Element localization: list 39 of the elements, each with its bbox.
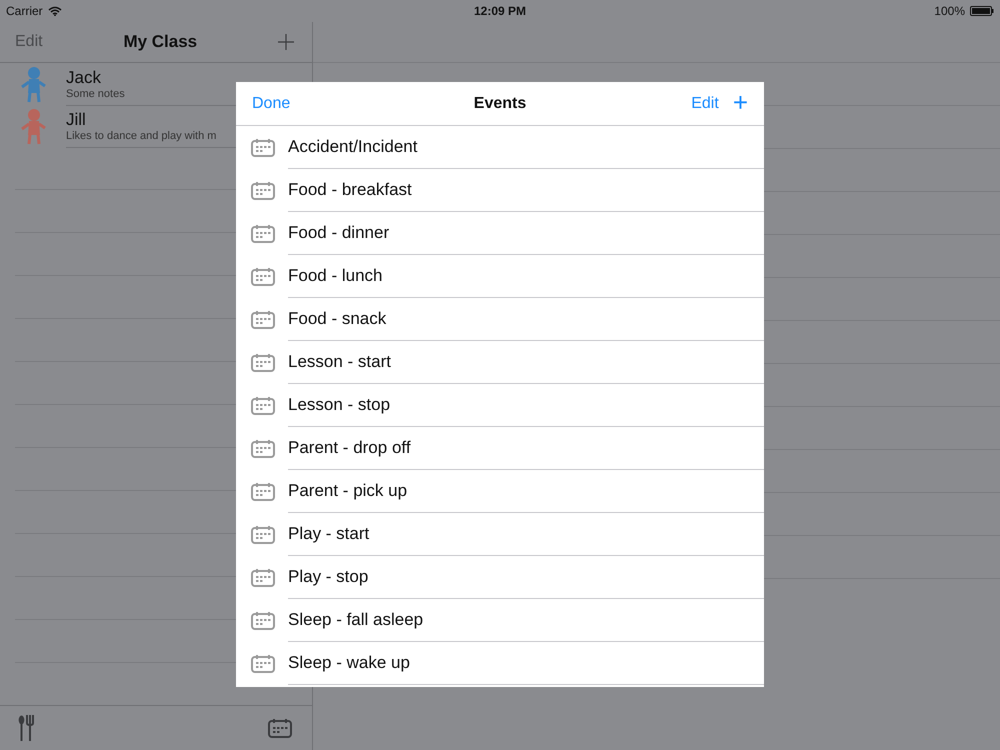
calendar-icon [251, 396, 275, 415]
calendar-icon [251, 525, 275, 544]
event-item[interactable]: Lesson - stop [288, 384, 764, 427]
calendar-icon [251, 439, 275, 458]
event-item[interactable]: Play - stop [288, 556, 764, 599]
event-item[interactable]: Parent - drop off [288, 427, 764, 470]
event-item[interactable]: Food - dinner [288, 212, 764, 255]
calendar-icon [251, 654, 275, 673]
student-notes: Likes to dance and play with m [66, 130, 216, 142]
event-item[interactable]: Lesson - start [288, 341, 764, 384]
calendar-icon [251, 310, 275, 329]
student-notes: Some notes [66, 88, 125, 100]
event-item[interactable]: Food - snack [288, 298, 764, 341]
popover-title: Events [474, 94, 526, 112]
carrier-label: Carrier [6, 4, 43, 18]
calendar-icon [251, 224, 275, 243]
student-name[interactable]: Jack [66, 68, 312, 88]
calendar-icon [251, 482, 275, 501]
event-item[interactable]: Sleep - fall asleep [288, 599, 764, 642]
event-item[interactable]: Food - breakfast [288, 169, 764, 212]
battery-percent: 100% [934, 4, 965, 18]
wifi-icon [48, 6, 62, 16]
calendar-icon [251, 568, 275, 587]
fork-spoon-icon[interactable] [18, 715, 34, 741]
clock-time: 12:09 PM [474, 4, 526, 18]
event-item[interactable]: Accident/Incident [288, 126, 764, 169]
calendar-icon [251, 181, 275, 200]
calendar-icon [251, 353, 275, 372]
add-icon[interactable] [278, 34, 294, 50]
calendar-icon[interactable] [268, 718, 292, 738]
nav-title: My Class [123, 32, 198, 52]
event-item[interactable]: Sleep - wake up [288, 642, 764, 685]
battery-icon [970, 6, 994, 16]
event-item[interactable]: Parent - pick up [288, 470, 764, 513]
calendar-icon [251, 267, 275, 286]
calendar-icon [251, 138, 275, 157]
calendar-icon [251, 611, 275, 630]
event-item[interactable]: Food - lunch [288, 255, 764, 298]
event-item[interactable]: Play - start [288, 513, 764, 556]
